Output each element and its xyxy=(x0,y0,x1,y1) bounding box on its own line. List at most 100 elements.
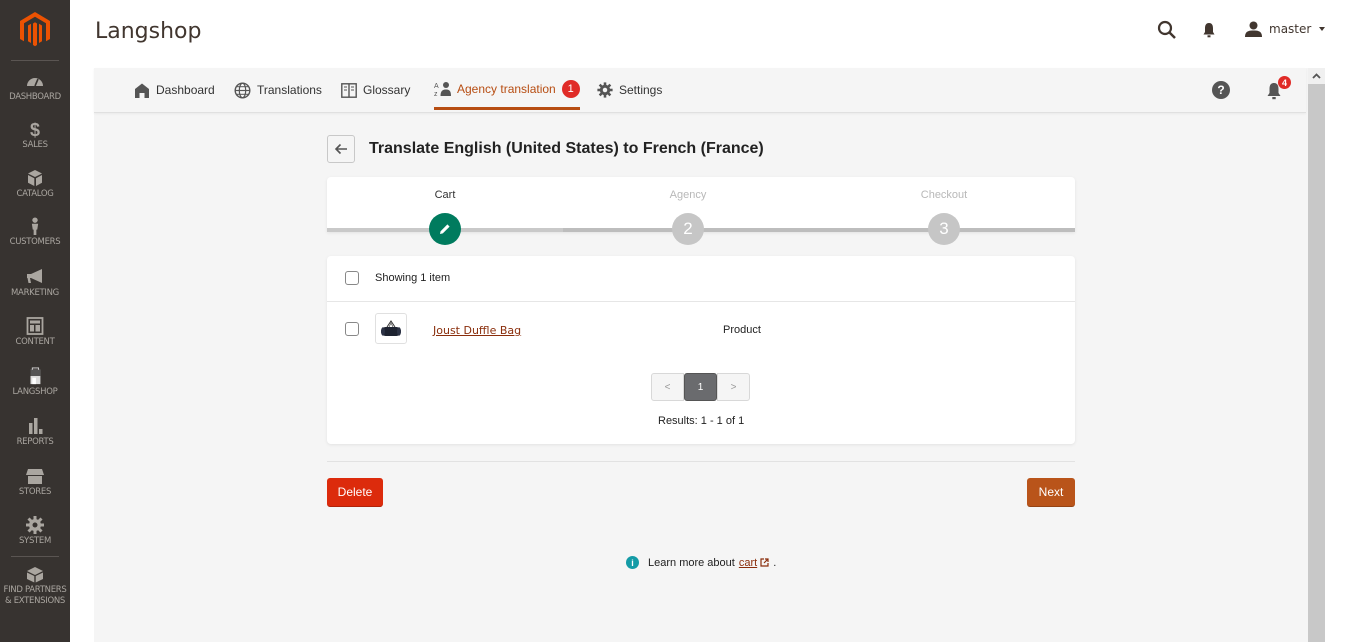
tab-settings[interactable]: Settings xyxy=(597,68,662,112)
duffle-bag-image xyxy=(381,319,401,336)
sidebar-item-marketing[interactable]: MARKETING xyxy=(0,268,70,299)
step-marker-agency: 2 xyxy=(672,213,704,245)
step-progress-line xyxy=(563,228,1075,232)
sidebar-item-dashboard[interactable]: DASHBOARD xyxy=(0,72,70,103)
book-icon xyxy=(341,82,357,98)
gear-icon xyxy=(597,82,613,98)
bar-chart-icon xyxy=(29,418,43,434)
home-icon xyxy=(135,83,149,98)
user-menu[interactable]: master xyxy=(1245,21,1326,37)
svg-text:A: A xyxy=(434,83,439,90)
progress-stepper: Cart Agency 2 Checkout 3 xyxy=(327,177,1075,245)
tab-label: Settings xyxy=(619,83,663,97)
search-icon[interactable] xyxy=(1157,20,1177,40)
lego-block-icon xyxy=(27,567,43,583)
scroll-up-button[interactable] xyxy=(1308,68,1325,84)
select-all-checkbox[interactable] xyxy=(345,271,359,285)
step-marker-checkout: 3 xyxy=(928,213,960,245)
pencil-icon xyxy=(440,224,450,234)
page-heading: Translate English (United States) to Fre… xyxy=(369,140,764,157)
tab-label: Translations xyxy=(257,83,322,97)
items-summary: Showing 1 item xyxy=(375,272,451,284)
megaphone-icon xyxy=(27,269,42,283)
tab-label: Glossary xyxy=(363,83,411,97)
user-name: master xyxy=(1269,22,1312,36)
scrollbar[interactable] xyxy=(1308,68,1325,642)
page-button-current[interactable]: 1 xyxy=(684,373,717,401)
learn-more-link[interactable]: cart xyxy=(739,557,757,569)
svg-text:z: z xyxy=(434,91,438,97)
learn-more: i Learn more about cart . xyxy=(626,556,776,569)
item-type: Product xyxy=(723,324,761,336)
page-title: Langshop xyxy=(95,19,202,44)
box-icon xyxy=(28,170,42,186)
external-link-icon[interactable] xyxy=(760,558,769,567)
sidebar-item-label: CONTENT xyxy=(15,337,55,347)
tab-label: Agency translation xyxy=(457,82,556,96)
sidebar-divider xyxy=(11,60,59,61)
globe-icon xyxy=(234,81,251,99)
app-tabs: Dashboard Translations Glossary Az Agenc… xyxy=(94,68,1306,113)
info-icon: i xyxy=(626,556,639,569)
sidebar-item-label: SALES xyxy=(22,140,48,150)
sidebar-item-customers[interactable]: CUSTOMERS xyxy=(0,217,70,248)
sidebar-divider xyxy=(11,556,59,557)
tab-label: Dashboard xyxy=(156,83,215,97)
row-checkbox[interactable] xyxy=(345,322,359,336)
sidebar-item-label: SYSTEM xyxy=(18,536,52,546)
sidebar-item-reports[interactable]: REPORTS xyxy=(0,417,70,448)
tab-badge: 1 xyxy=(561,80,580,98)
notifications-badge: 4 xyxy=(1278,76,1291,89)
pagination: < 1 > xyxy=(651,373,750,401)
tab-agency-translation[interactable]: Az Agency translation 1 xyxy=(434,68,580,110)
bell-icon[interactable] xyxy=(1202,22,1216,38)
gear-icon xyxy=(26,516,44,534)
sidebar-item-label: LANGSHOP xyxy=(12,387,58,397)
arrow-left-icon xyxy=(334,143,347,155)
product-thumbnail xyxy=(375,313,407,344)
results-count: Results: 1 - 1 of 1 xyxy=(658,415,745,427)
layout-icon xyxy=(26,317,44,335)
sidebar-item-label: CATALOG xyxy=(16,189,54,199)
back-button[interactable] xyxy=(327,135,355,163)
sidebar-item-sales[interactable]: $ SALES xyxy=(0,120,70,151)
dollar-icon: $ xyxy=(30,120,40,138)
sidebar-item-label: & EXTENSIONS xyxy=(4,596,66,606)
cart-items-card: Showing 1 item Joust Duffle Bag Product … xyxy=(327,256,1075,444)
user-icon xyxy=(1245,21,1262,37)
prev-page-button[interactable]: < xyxy=(651,373,684,401)
step-marker-cart[interactable] xyxy=(429,213,461,245)
next-page-button[interactable]: > xyxy=(717,373,750,401)
learn-more-suffix: . xyxy=(773,556,777,569)
langshop-app: Dashboard Translations Glossary Az Agenc… xyxy=(94,68,1308,642)
sidebar-item-stores[interactable]: STORES xyxy=(0,467,70,498)
tab-glossary[interactable]: Glossary xyxy=(341,68,410,112)
sidebar-item-system[interactable]: SYSTEM xyxy=(0,516,70,547)
delete-button[interactable]: Delete xyxy=(327,478,383,507)
sidebar-item-label: REPORTS xyxy=(16,437,54,447)
sidebar-item-label: MARKETING xyxy=(11,288,59,298)
person-icon xyxy=(31,217,39,235)
product-link[interactable]: Joust Duffle Bag xyxy=(433,324,521,337)
sidebar-item-find-partners[interactable]: FIND PARTNERS & EXTENSIONS xyxy=(0,565,70,607)
shopping-bag-icon xyxy=(30,367,41,385)
sidebar-item-label: FIND PARTNERS xyxy=(3,585,67,595)
sidebar-item-catalog[interactable]: CATALOG xyxy=(0,169,70,200)
admin-sidebar: DASHBOARD $ SALES CATALOG CUSTOMERS MARK… xyxy=(0,0,70,642)
tab-dashboard[interactable]: Dashboard xyxy=(134,68,215,112)
actions-divider xyxy=(327,461,1075,462)
svg-text:$: $ xyxy=(30,120,40,138)
next-button[interactable]: Next xyxy=(1027,478,1075,507)
row-divider xyxy=(327,301,1075,302)
sidebar-item-label: CUSTOMERS xyxy=(9,237,61,247)
step-label-agency: Agency xyxy=(669,189,707,201)
speedometer-icon xyxy=(27,78,43,87)
magento-logo-icon[interactable] xyxy=(20,12,50,48)
learn-more-text: Learn more about xyxy=(648,556,735,569)
tab-translations[interactable]: Translations xyxy=(234,68,322,112)
translate-person-icon: Az xyxy=(434,82,451,97)
help-icon[interactable]: ? xyxy=(1212,81,1230,99)
sidebar-item-content[interactable]: CONTENT xyxy=(0,317,70,348)
sidebar-item-langshop[interactable]: LANGSHOP xyxy=(0,367,70,398)
sidebar-item-label: DASHBOARD xyxy=(9,92,61,102)
